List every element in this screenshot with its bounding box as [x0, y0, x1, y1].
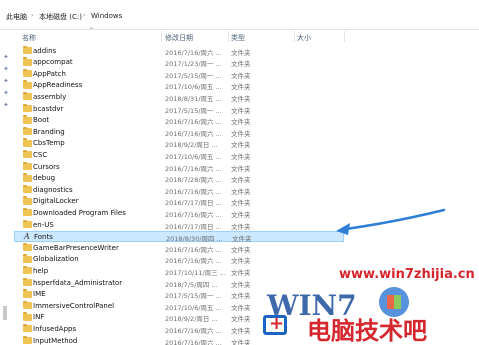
arrow-shaft [344, 208, 446, 231]
computer-repair-icon [263, 313, 287, 335]
watermark-url: www.win7zhijia.cn [339, 267, 475, 282]
watermark: www.win7zhijia.cn WIN7 电脑技术吧 [241, 265, 475, 345]
watermark-cn-text: 电脑技术吧 [307, 317, 427, 345]
arrow-head [336, 223, 350, 235]
